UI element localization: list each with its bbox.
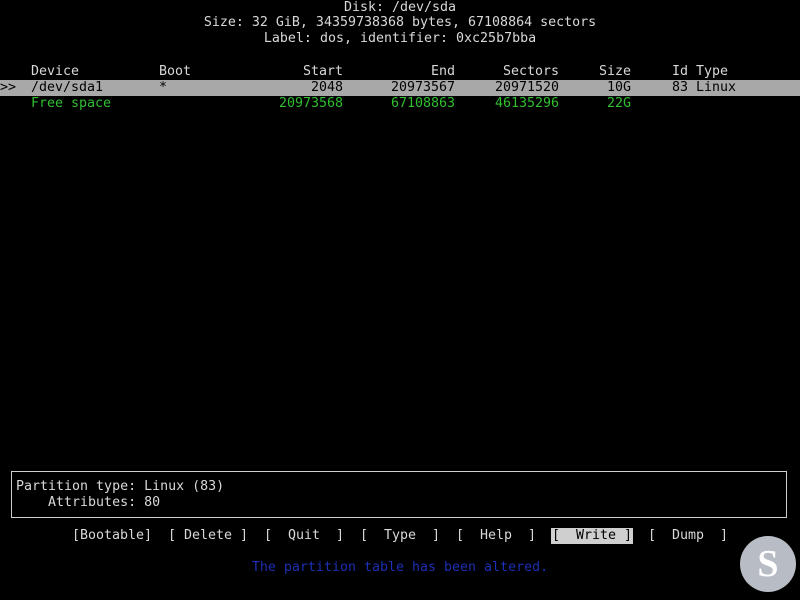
watermark-letter: S bbox=[757, 543, 779, 585]
column-header-boot: Boot bbox=[159, 64, 192, 79]
menu-bootable-button[interactable]: [Bootable] bbox=[72, 528, 152, 544]
cell-id: 83 bbox=[672, 80, 689, 95]
status-message: The partition table has been altered. bbox=[251, 560, 549, 575]
partition-row-free-space[interactable]: Free space 20973568 67108863 46135296 22… bbox=[0, 96, 800, 112]
column-header-type: Type bbox=[696, 64, 729, 79]
partition-table-header: Device Boot Start End Sectors Size Id Ty… bbox=[0, 64, 800, 80]
cell-type: Linux bbox=[696, 80, 737, 95]
partition-type-info: Partition type: Linux (83) bbox=[16, 479, 225, 494]
cell-boot-flag: * bbox=[159, 80, 168, 95]
menu-help-button[interactable]: [ Help ] bbox=[456, 528, 536, 544]
partition-attributes-info: Attributes: 80 bbox=[16, 495, 161, 510]
selection-cursor: >> bbox=[0, 80, 17, 95]
cell-sectors: 46135296 bbox=[494, 96, 559, 111]
watermark-logo: S bbox=[740, 536, 796, 592]
menu-type-button[interactable]: [ Type ] bbox=[360, 528, 440, 544]
column-header-id: Id bbox=[672, 64, 689, 79]
column-header-size: Size bbox=[598, 64, 631, 79]
column-header-end: End bbox=[430, 64, 455, 79]
column-header-device: Device bbox=[31, 64, 80, 79]
menu-delete-button[interactable]: [ Delete ] bbox=[168, 528, 248, 544]
column-header-sectors: Sectors bbox=[502, 64, 559, 79]
menu-dump-button[interactable]: [ Dump ] bbox=[648, 528, 728, 544]
disk-label-line: Label: dos, identifier: 0xc25b7bba bbox=[263, 31, 537, 46]
cell-size: 22G bbox=[606, 96, 631, 111]
column-header-start: Start bbox=[302, 64, 343, 79]
cell-sectors: 20971520 bbox=[494, 80, 559, 95]
cell-start: 2048 bbox=[310, 80, 343, 95]
menu-quit-button[interactable]: [ Quit ] bbox=[264, 528, 344, 544]
menu-write-button[interactable]: [ Write ] bbox=[551, 528, 634, 544]
cell-device: /dev/sda1 bbox=[31, 80, 104, 95]
cell-start: 20973568 bbox=[278, 96, 343, 111]
partition-info-box: Partition type: Linux (83) Attributes: 8… bbox=[11, 471, 787, 518]
partition-row-sda1[interactable]: >> /dev/sda1 * 2048 20973567 20971520 10… bbox=[0, 80, 800, 96]
cell-device: Free space bbox=[31, 96, 112, 111]
disk-title: Disk: /dev/sda bbox=[343, 0, 457, 15]
disk-size-line: Size: 32 GiB, 34359738368 bytes, 6710886… bbox=[203, 15, 597, 30]
cell-end: 20973567 bbox=[390, 80, 455, 95]
cell-size: 10G bbox=[606, 80, 631, 95]
cell-end: 67108863 bbox=[390, 96, 455, 111]
